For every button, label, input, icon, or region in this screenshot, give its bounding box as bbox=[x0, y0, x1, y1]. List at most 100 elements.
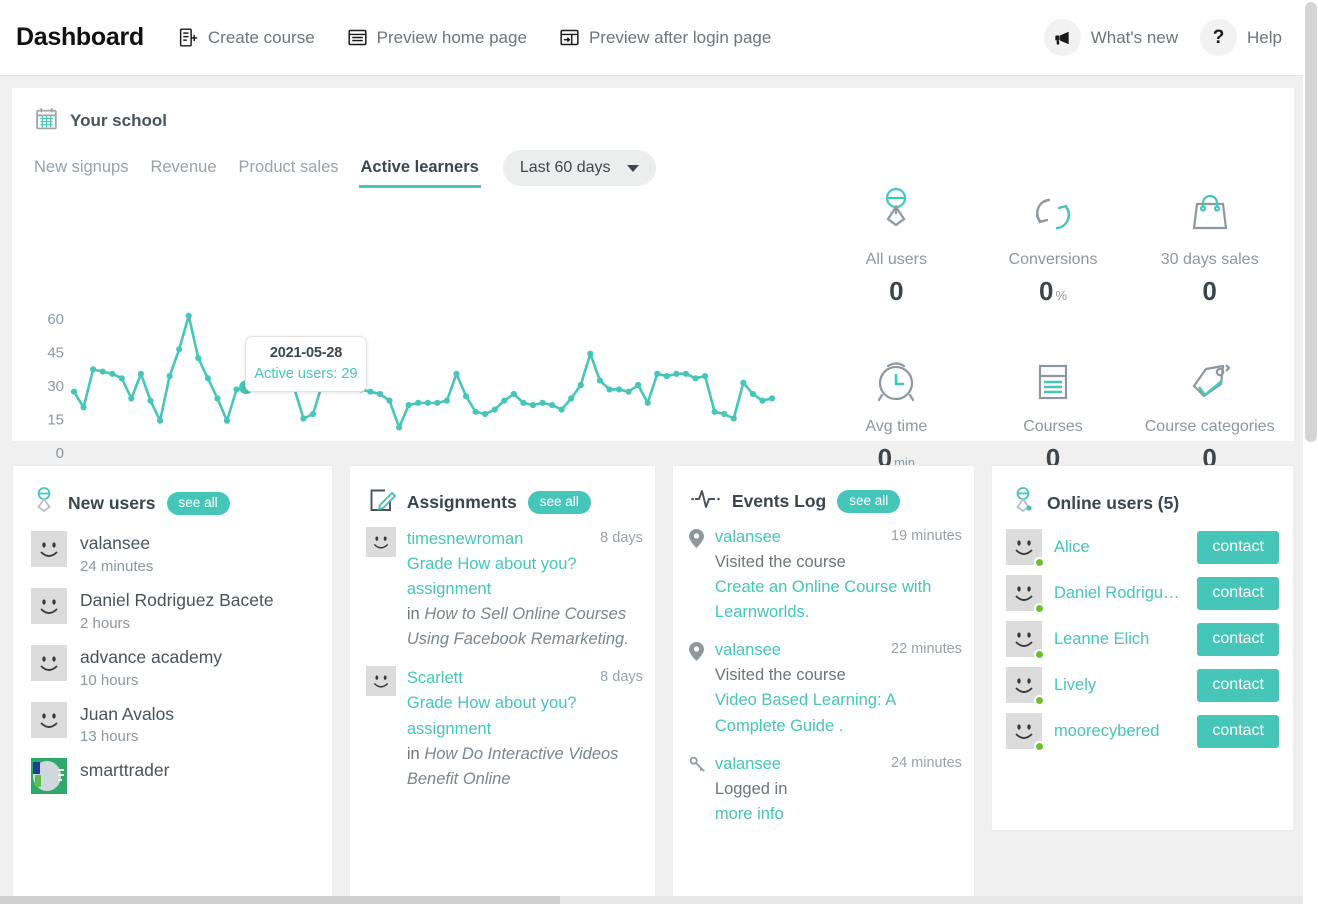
create-course-label: Create course bbox=[208, 28, 315, 48]
online-users-list: Alice contact Daniel Rodrigu… contact bbox=[992, 521, 1293, 749]
event-text: Logged in bbox=[715, 777, 962, 802]
online-status-dot bbox=[1034, 557, 1045, 568]
horizontal-scrollbar-thumb[interactable] bbox=[0, 896, 560, 904]
assignments-list: timesnewroman 8 days Grade How about you… bbox=[350, 519, 655, 792]
megaphone-icon bbox=[1044, 19, 1081, 56]
stat-conversions[interactable]: Conversions 0% bbox=[975, 184, 1132, 307]
online-user-name[interactable]: Daniel Rodrigu… bbox=[1054, 584, 1185, 603]
avatar bbox=[31, 645, 67, 681]
horizontal-scrollbar[interactable] bbox=[0, 896, 1303, 904]
events-log-list: valansee 19 minutes Visited the course C… bbox=[673, 517, 974, 827]
stat-courses[interactable]: Courses 0 bbox=[975, 351, 1132, 474]
avatar bbox=[1006, 621, 1042, 657]
assignment-action[interactable]: Grade How about you? assignment bbox=[407, 691, 643, 741]
list-item[interactable]: Juan Avalos 13 hours bbox=[31, 702, 318, 746]
avatar bbox=[1006, 529, 1042, 565]
tab-new-signups[interactable]: New signups bbox=[34, 158, 150, 188]
stat-label: 30 days sales bbox=[1161, 251, 1259, 269]
stat-all-users[interactable]: All users 0 bbox=[818, 184, 975, 307]
contact-button[interactable]: contact bbox=[1197, 577, 1279, 610]
tab-revenue[interactable]: Revenue bbox=[150, 158, 238, 188]
event-text: Visited the course bbox=[715, 663, 962, 688]
tab-active-learners[interactable]: Active learners bbox=[361, 158, 479, 188]
event-user[interactable]: valansee bbox=[715, 752, 781, 777]
list-item[interactable]: Scarlett 8 days Grade How about you? ass… bbox=[366, 666, 643, 791]
user-name: smarttrader bbox=[80, 758, 169, 783]
assignment-action[interactable]: Grade How about you? assignment bbox=[407, 552, 643, 602]
help-button[interactable]: ? Help bbox=[1200, 19, 1282, 56]
see-all-button[interactable]: see all bbox=[167, 492, 230, 515]
online-user-name[interactable]: moorecybered bbox=[1054, 722, 1185, 741]
bottom-cards: New users see all valansee 24 minutes bbox=[12, 465, 1294, 897]
assignment-user[interactable]: timesnewroman bbox=[407, 527, 523, 552]
list-item[interactable]: advance academy 10 hours bbox=[31, 645, 318, 689]
list-item[interactable]: moorecybered contact bbox=[1006, 713, 1279, 749]
school-label: Your school bbox=[70, 111, 167, 131]
contact-button[interactable]: contact bbox=[1197, 669, 1279, 702]
contact-button[interactable]: contact bbox=[1197, 715, 1279, 748]
preview-after-login-page-button[interactable]: Preview after login page bbox=[559, 27, 771, 48]
clock-icon bbox=[870, 351, 922, 409]
list-item[interactable]: valansee 19 minutes Visited the course C… bbox=[689, 525, 962, 625]
user-name: Daniel Rodriguez Bacete bbox=[80, 588, 274, 613]
dashboard-page: Dashboard Create course Preview home pag… bbox=[0, 0, 1318, 904]
assignment-user[interactable]: Scarlett bbox=[407, 666, 463, 691]
user-time: 24 minutes bbox=[80, 558, 153, 575]
list-item[interactable]: valansee 22 minutes Visited the course V… bbox=[689, 638, 962, 738]
stat-avg-time[interactable]: Avg time 0min bbox=[818, 351, 975, 474]
avatar bbox=[31, 531, 67, 567]
list-item[interactable]: timesnewroman 8 days Grade How about you… bbox=[366, 527, 643, 652]
stat-value: 0 bbox=[889, 276, 903, 307]
new-users-header: New users see all bbox=[13, 466, 332, 521]
online-user-name[interactable]: Lively bbox=[1054, 676, 1185, 695]
help-label: Help bbox=[1247, 28, 1282, 48]
see-all-button[interactable]: see all bbox=[837, 490, 900, 513]
online-user-name[interactable]: Alice bbox=[1054, 538, 1185, 557]
tab-product-sales[interactable]: Product sales bbox=[239, 158, 361, 188]
online-status-dot bbox=[1034, 741, 1045, 752]
event-user[interactable]: valansee bbox=[715, 638, 781, 663]
list-item[interactable]: Daniel Rodriguez Bacete 2 hours bbox=[31, 588, 318, 632]
preview-home-page-button[interactable]: Preview home page bbox=[347, 27, 527, 48]
list-item[interactable]: valansee 24 minutes bbox=[31, 531, 318, 575]
stat-course-categories[interactable]: Course categories 0 bbox=[1131, 351, 1288, 474]
svg-text:30: 30 bbox=[47, 378, 64, 395]
preview-home-label: Preview home page bbox=[377, 28, 527, 48]
event-link[interactable]: more info bbox=[715, 802, 962, 827]
create-course-icon bbox=[178, 27, 199, 48]
list-item[interactable]: Alice contact bbox=[1006, 529, 1279, 565]
event-ago: 19 minutes bbox=[891, 525, 962, 544]
card-title: Events Log bbox=[732, 491, 826, 512]
vertical-scrollbar[interactable] bbox=[1303, 0, 1318, 904]
stat-30-days-sales[interactable]: 30 days sales 0 bbox=[1131, 184, 1288, 307]
tooltip-value: Active users: 29 bbox=[252, 366, 360, 382]
event-user[interactable]: valansee bbox=[715, 525, 781, 550]
user-name: Juan Avalos bbox=[80, 702, 174, 727]
scrollbar-thumb[interactable] bbox=[1305, 2, 1317, 442]
assignments-card: Assignments see all timesnewroman 8 days… bbox=[349, 465, 656, 897]
list-item[interactable]: Lively contact bbox=[1006, 667, 1279, 703]
stats-grid: All users 0 Conversions 0% bbox=[818, 184, 1288, 474]
event-link[interactable]: Create an Online Course with Learnworlds… bbox=[715, 575, 962, 625]
list-item[interactable]: Daniel Rodrigu… contact bbox=[1006, 575, 1279, 611]
preview-login-icon bbox=[559, 27, 580, 48]
tag-icon bbox=[1182, 351, 1238, 409]
create-course-button[interactable]: Create course bbox=[178, 27, 315, 48]
date-range-label: Last 60 days bbox=[520, 159, 611, 177]
list-item[interactable]: smarttrader bbox=[31, 758, 318, 794]
top-bar: Dashboard Create course Preview home pag… bbox=[0, 0, 1306, 76]
user-icon bbox=[31, 486, 57, 521]
list-item[interactable]: Leanne Elich contact bbox=[1006, 621, 1279, 657]
new-users-list: valansee 24 minutes Daniel Rodriguez Bac… bbox=[13, 521, 332, 794]
online-user-name[interactable]: Leanne Elich bbox=[1054, 630, 1185, 649]
whats-new-button[interactable]: What's new bbox=[1044, 19, 1178, 56]
see-all-button[interactable]: see all bbox=[528, 491, 591, 514]
chevron-down-icon bbox=[627, 165, 639, 172]
contact-button[interactable]: contact bbox=[1197, 531, 1279, 564]
contact-button[interactable]: contact bbox=[1197, 623, 1279, 656]
stat-label: All users bbox=[866, 251, 927, 269]
list-item[interactable]: valansee 24 minutes Logged in more info bbox=[689, 752, 962, 827]
event-link[interactable]: Video Based Learning: A Complete Guide . bbox=[715, 688, 962, 738]
tooltip-date: 2021-05-28 bbox=[252, 345, 360, 361]
date-range-select[interactable]: Last 60 days bbox=[503, 150, 656, 186]
